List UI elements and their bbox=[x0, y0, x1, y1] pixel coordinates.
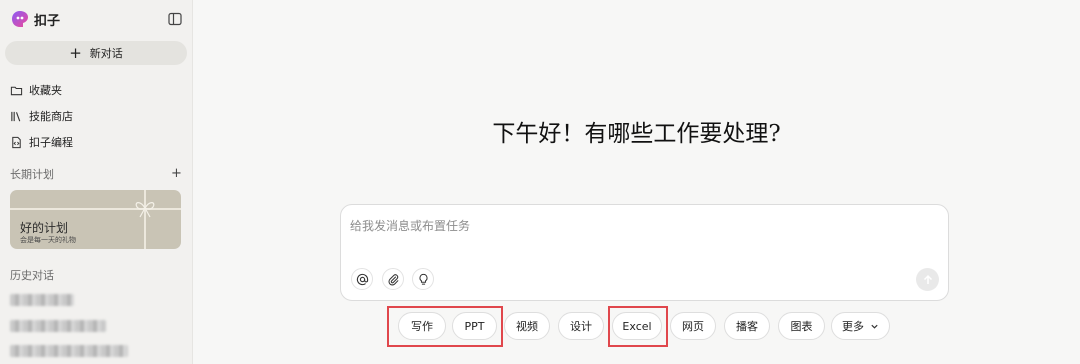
chip-podcast[interactable]: 播客 bbox=[724, 312, 770, 340]
gift-bow-icon bbox=[135, 202, 155, 218]
chip-writing[interactable]: 写作 bbox=[398, 312, 446, 340]
chat-composer bbox=[340, 204, 949, 301]
chip-video[interactable]: 视频 bbox=[504, 312, 550, 340]
plus-icon: + bbox=[69, 43, 82, 62]
paperclip-icon bbox=[388, 273, 399, 285]
chip-more-label: 更多 bbox=[842, 320, 864, 333]
sidebar-item-favorites[interactable]: 收藏夹 bbox=[10, 82, 62, 98]
new-chat-button[interactable]: + 新对话 bbox=[5, 41, 187, 65]
message-input[interactable] bbox=[350, 216, 910, 236]
sidebar-toggle-icon[interactable] bbox=[167, 11, 183, 27]
greeting-heading: 下午好！有哪些工作要处理? bbox=[492, 121, 781, 147]
chip-webpage[interactable]: 网页 bbox=[670, 312, 716, 340]
sidebar-item-label: 技能商店 bbox=[29, 110, 73, 123]
folder-icon bbox=[10, 86, 23, 95]
chevron-down-icon bbox=[871, 324, 878, 329]
sidebar-item-label: 收藏夹 bbox=[29, 84, 62, 97]
arrow-up-icon bbox=[923, 274, 932, 284]
at-icon bbox=[356, 273, 368, 285]
ideas-button[interactable] bbox=[412, 268, 434, 290]
history-section-title: 历史对话 bbox=[10, 269, 54, 282]
sidebar-item-coze-coding[interactable]: 扣子编程 bbox=[10, 134, 73, 150]
plan-card[interactable]: 好的计划 会是每一天的礼物 bbox=[10, 190, 181, 249]
chip-excel[interactable]: Excel bbox=[612, 312, 662, 340]
plan-card-subtitle: 会是每一天的礼物 bbox=[20, 236, 76, 244]
history-item-redacted[interactable] bbox=[10, 294, 74, 306]
app-logo-icon bbox=[12, 11, 28, 27]
sidebar-item-skill-store[interactable]: 技能商店 bbox=[10, 108, 73, 124]
chip-design[interactable]: 设计 bbox=[558, 312, 604, 340]
library-icon bbox=[11, 111, 21, 121]
chip-ppt[interactable]: PPT bbox=[452, 312, 497, 340]
code-file-icon bbox=[12, 136, 21, 148]
attach-button[interactable] bbox=[382, 268, 404, 290]
history-item-redacted[interactable] bbox=[10, 320, 106, 332]
sidebar: 扣子 + 新对话 收藏夹 技能商店 扣子编程 长期计划 + 好的计划 会是每一天… bbox=[0, 0, 193, 364]
new-chat-label: 新对话 bbox=[89, 47, 123, 60]
send-button[interactable] bbox=[916, 268, 939, 291]
brand[interactable]: 扣子 bbox=[10, 9, 60, 29]
add-plan-button[interactable]: + bbox=[171, 166, 182, 181]
history-item-redacted[interactable] bbox=[10, 345, 128, 357]
sidebar-item-label: 扣子编程 bbox=[29, 136, 73, 149]
mention-button[interactable] bbox=[351, 268, 373, 290]
app-name: 扣子 bbox=[34, 13, 61, 29]
plan-card-title: 好的计划 bbox=[20, 221, 69, 235]
plans-section-title: 长期计划 bbox=[10, 168, 54, 181]
lightbulb-icon bbox=[418, 273, 428, 285]
chip-more[interactable]: 更多 bbox=[831, 312, 890, 340]
chip-chart[interactable]: 图表 bbox=[778, 312, 825, 340]
